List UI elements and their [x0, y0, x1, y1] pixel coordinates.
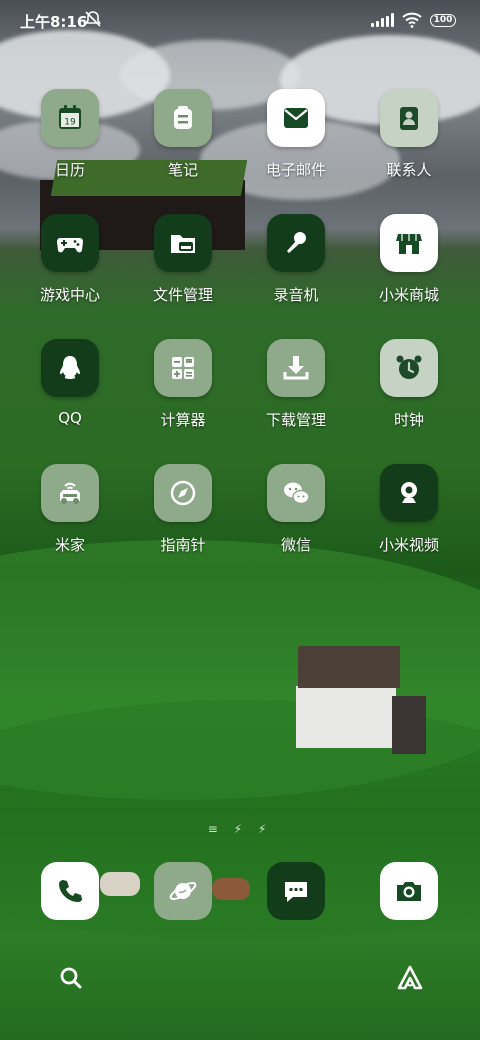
camera-icon [397, 882, 421, 901]
app-calculator[interactable]: 计算器 [133, 339, 233, 430]
app-label: 下载管理 [265, 411, 326, 429]
home-screen: 上午8:16 100 19 日历 笔记 电子邮件 联系人 游戏中心 文件管理 录… [0, 0, 480, 1040]
store-icon [380, 214, 438, 272]
app-mail[interactable]: 电子邮件 [246, 89, 346, 180]
smart-car-icon [41, 464, 99, 522]
webcam-icon [380, 464, 438, 522]
app-recorder[interactable]: 录音机 [246, 214, 346, 305]
app-mi-store[interactable]: 小米商城 [359, 214, 459, 305]
app-label: 联系人 [386, 161, 432, 179]
app-label: 笔记 [167, 161, 198, 179]
app-qq[interactable]: QQ [20, 339, 120, 427]
dock-phone[interactable] [41, 862, 99, 920]
app-wechat[interactable]: 微信 [246, 464, 346, 555]
page-indicator[interactable]: ≡ ⚡ ⚡ [0, 822, 480, 836]
message-icon [285, 882, 307, 902]
contacts-icon [380, 89, 438, 147]
calculator-icon [154, 339, 212, 397]
browser-planet-icon [169, 881, 197, 901]
download-icon [267, 339, 325, 397]
search-button[interactable] [55, 962, 87, 994]
notes-icon [154, 89, 212, 147]
search-icon [60, 967, 82, 989]
battery-level: 100 [433, 15, 453, 25]
microphone-icon [267, 214, 325, 272]
assistant-icon [397, 965, 423, 990]
app-clock[interactable]: 时钟 [359, 339, 459, 430]
app-mijia[interactable]: 米家 [20, 464, 120, 555]
app-label: 日历 [54, 161, 85, 179]
app-label: 米家 [54, 536, 85, 554]
app-download-manager[interactable]: 下载管理 [246, 339, 346, 430]
app-mi-video[interactable]: 小米视频 [359, 464, 459, 555]
app-label: 计算器 [160, 411, 206, 429]
alarm-clock-icon [380, 339, 438, 397]
gamepad-icon [41, 214, 99, 272]
dock-messages[interactable] [267, 862, 325, 920]
app-label: 指南针 [160, 536, 206, 554]
app-compass[interactable]: 指南针 [133, 464, 233, 555]
dock-camera[interactable] [380, 862, 438, 920]
app-notes[interactable]: 笔记 [133, 89, 233, 180]
app-game-center[interactable]: 游戏中心 [20, 214, 120, 305]
app-label: 时钟 [393, 411, 424, 429]
battery-indicator: 100 [430, 13, 456, 27]
assistant-button[interactable] [394, 962, 426, 994]
app-file-manager[interactable]: 文件管理 [133, 214, 233, 305]
status-time: 上午8:16 [20, 13, 88, 31]
app-label: 文件管理 [152, 286, 213, 304]
dock-browser[interactable] [154, 862, 212, 920]
muted-bell-icon [85, 11, 101, 27]
app-label: 小米视频 [378, 536, 439, 554]
status-bar: 上午8:16 100 [0, 0, 480, 40]
wifi-icon [402, 12, 422, 28]
mail-icon [267, 89, 325, 147]
app-label: 微信 [280, 536, 311, 554]
signal-icon [371, 13, 394, 27]
app-label: QQ [58, 409, 82, 427]
phone-icon [59, 880, 82, 902]
app-contacts[interactable]: 联系人 [359, 89, 459, 180]
chat-bubbles-icon [267, 464, 325, 522]
app-label: 电子邮件 [265, 161, 326, 179]
app-label: 游戏中心 [39, 286, 100, 304]
folder-icon [154, 214, 212, 272]
calendar-day: 19 [64, 118, 76, 128]
app-label: 录音机 [273, 286, 319, 304]
compass-icon [154, 464, 212, 522]
app-label: 小米商城 [378, 286, 439, 304]
app-calendar[interactable]: 19 日历 [20, 89, 120, 180]
penguin-icon [41, 339, 99, 397]
calendar-icon: 19 [41, 89, 99, 147]
